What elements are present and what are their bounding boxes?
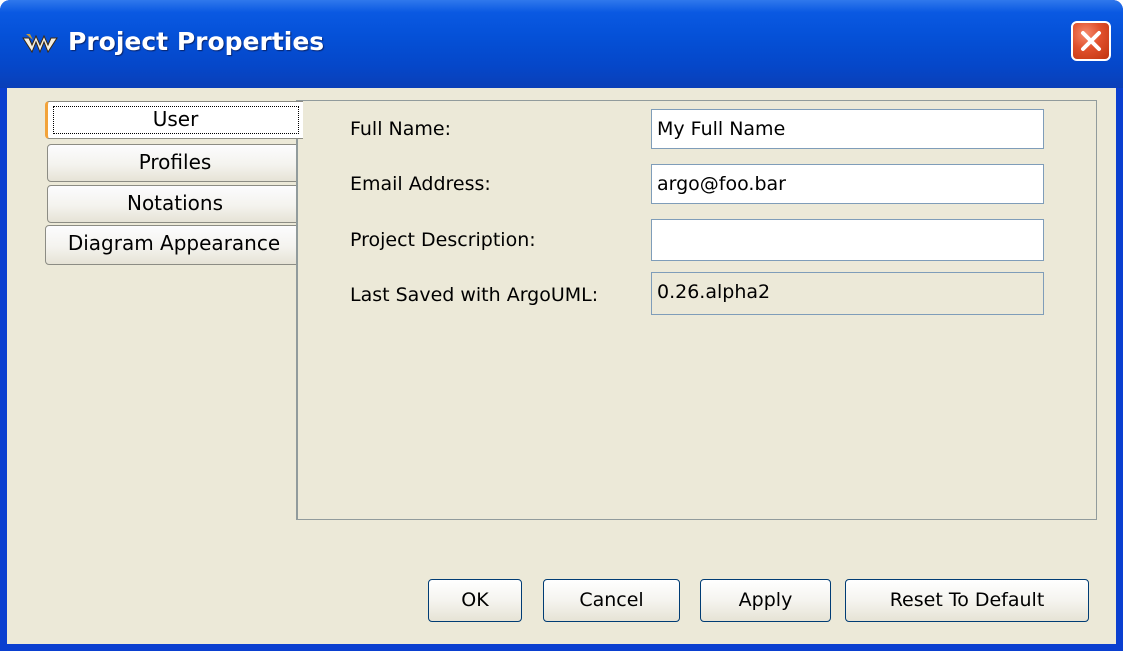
email-label: Email Address: <box>350 173 491 195</box>
close-button[interactable] <box>1071 21 1111 61</box>
reset-to-default-button[interactable]: Reset To Default <box>845 579 1089 622</box>
ok-button[interactable]: OK <box>428 579 522 622</box>
focus-indicator <box>53 106 299 134</box>
last-saved-label: Last Saved with ArgoUML: <box>350 284 599 306</box>
window-title: Project Properties <box>68 27 325 56</box>
title-bar[interactable]: Project Properties <box>0 0 1123 88</box>
user-tab-panel: Full Name: My Full Name Email Address: a… <box>296 100 1097 520</box>
cancel-button[interactable]: Cancel <box>543 579 680 622</box>
dialog-body: User Profiles Notations Diagram Appearan… <box>7 88 1116 644</box>
tab-label: Notations <box>126 191 224 215</box>
project-description-label: Project Description: <box>350 229 536 251</box>
email-field[interactable]: argo@foo.bar <box>651 164 1044 204</box>
apply-button[interactable]: Apply <box>700 579 831 622</box>
tab-profiles[interactable]: Profiles <box>47 144 303 182</box>
last-saved-field: 0.26.alpha2 <box>651 272 1044 315</box>
tab-diagram-appearance[interactable]: Diagram Appearance <box>45 225 303 265</box>
full-name-label: Full Name: <box>350 118 451 140</box>
project-properties-dialog: Project Properties User Profiles Notatio… <box>0 0 1123 651</box>
tab-label: Diagram Appearance <box>67 231 281 255</box>
project-description-field[interactable] <box>651 219 1044 261</box>
tab-label: Profiles <box>138 150 212 174</box>
tab-notations[interactable]: Notations <box>47 185 303 223</box>
tab-user[interactable]: User <box>45 101 303 139</box>
argouml-icon <box>20 28 60 60</box>
full-name-field[interactable]: My Full Name <box>651 109 1044 149</box>
